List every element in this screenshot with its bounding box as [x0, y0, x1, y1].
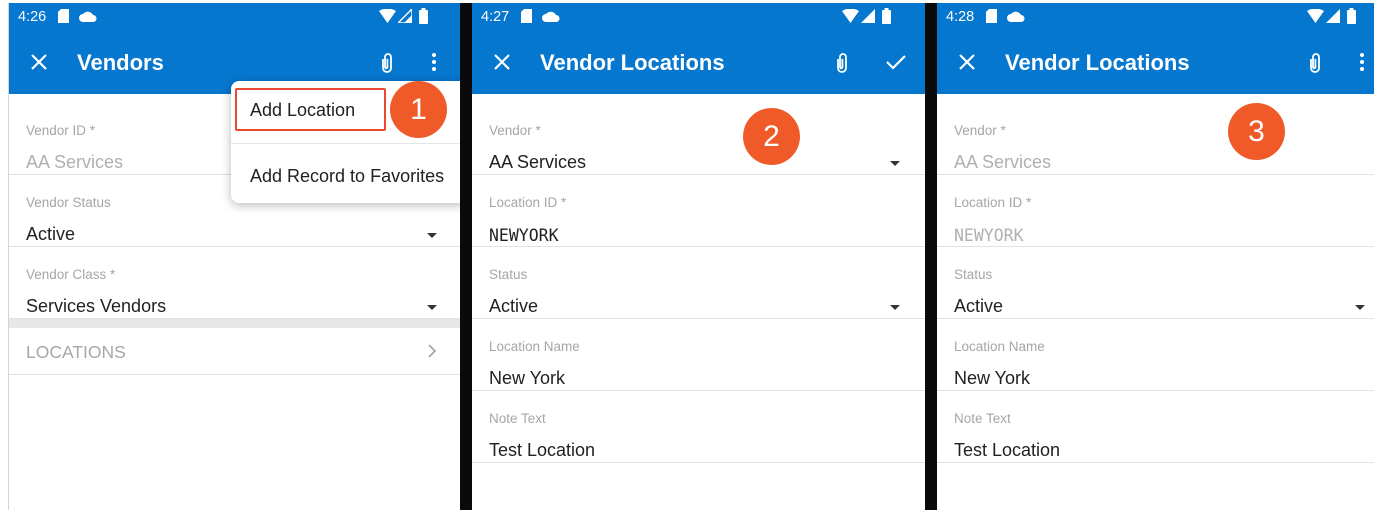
field-value: New York: [954, 368, 1031, 388]
vendor-field[interactable]: Vendor * AA Services: [472, 103, 925, 175]
field-label: Location Name: [489, 339, 580, 354]
app-bar: Vendor Locations: [937, 30, 1374, 94]
field-value: New York: [489, 368, 566, 388]
field-label: Location ID *: [489, 195, 567, 210]
page-title: Vendors: [77, 50, 164, 75]
battery-icon: [882, 8, 891, 24]
menu-item-label: Add Record to Favorites: [250, 166, 445, 186]
dropdown-caret-icon[interactable]: [1355, 305, 1365, 310]
field-label: Location Name: [954, 339, 1045, 354]
chevron-right-icon: [428, 344, 437, 358]
sd-card-icon: [58, 9, 69, 23]
field-label: Vendor *: [489, 123, 541, 138]
sd-card-icon: [986, 9, 997, 23]
field-label: Vendor ID *: [26, 123, 96, 138]
field-value: AA Services: [954, 152, 1052, 172]
wifi-icon: [842, 9, 859, 23]
field-label: Status: [954, 267, 993, 282]
wifi-icon: [379, 9, 396, 23]
status-time: 4:28: [946, 9, 975, 25]
close-icon[interactable]: [29, 52, 49, 72]
field-label: Note Text: [954, 411, 1011, 426]
menu-divider: [231, 143, 460, 144]
field-label: Location ID *: [954, 195, 1032, 210]
close-icon[interactable]: [957, 52, 977, 72]
signal-icon: [398, 9, 412, 23]
cloud-icon: [1007, 11, 1025, 22]
page-title: Vendor Locations: [540, 50, 725, 75]
step-badge: 1: [390, 81, 447, 138]
field-value: Services Vendors: [26, 296, 167, 316]
screen-vendors: 4:26 Vendors Vendor ID * AA Services Ven…: [8, 3, 460, 510]
field-value: NEWYORK: [489, 226, 559, 245]
wifi-icon: [1307, 9, 1324, 23]
field-label: Vendor Class *: [26, 267, 116, 282]
screen-separator: [460, 3, 472, 510]
note-text-field[interactable]: Note Text Test Location: [937, 391, 1374, 463]
more-vert-icon[interactable]: [1350, 50, 1374, 74]
field-value: NEWYORK: [954, 226, 1024, 245]
screen-vendor-locations-edit: 4:27 Vendor Locations Vendor * AA Servic…: [472, 3, 925, 510]
status-time: 4:27: [481, 9, 510, 25]
screen-separator: [925, 3, 937, 510]
status-bar: 4:27: [472, 3, 925, 30]
location-id-field[interactable]: Location ID * NEWYORK: [472, 175, 925, 247]
page-title: Vendor Locations: [1005, 50, 1190, 75]
vendor-field: Vendor * AA Services: [937, 103, 1374, 175]
field-label: Vendor *: [954, 123, 1006, 138]
attachment-icon[interactable]: [830, 50, 854, 74]
location-name-field[interactable]: Location Name New York: [937, 319, 1374, 391]
cloud-icon: [79, 11, 97, 22]
field-label: Note Text: [489, 411, 546, 426]
field-value: AA Services: [489, 152, 587, 172]
dropdown-caret-icon[interactable]: [427, 305, 437, 310]
status-bar: 4:28: [937, 3, 1374, 30]
dropdown-caret-icon[interactable]: [427, 233, 437, 238]
more-vert-icon[interactable]: [422, 50, 446, 74]
locations-row[interactable]: LOCATIONS: [9, 328, 460, 375]
battery-icon: [1347, 8, 1356, 24]
field-value: Active: [954, 296, 1004, 316]
status-time: 4:26: [18, 9, 47, 25]
cloud-icon: [542, 11, 560, 22]
screen-vendor-locations-saved: 4:28 Vendor Locations Vendor * AA Servic…: [937, 3, 1374, 510]
vendor-class-field[interactable]: Vendor Class * Services Vendors: [9, 247, 460, 319]
attachment-icon[interactable]: [375, 50, 399, 74]
status-field[interactable]: Status Active: [472, 247, 925, 319]
dropdown-caret-icon[interactable]: [890, 305, 900, 310]
field-label: Status: [489, 267, 528, 282]
field-label: Vendor Status: [26, 195, 111, 210]
attachment-icon[interactable]: [1303, 50, 1327, 74]
location-name-field[interactable]: Location Name New York: [472, 319, 925, 391]
note-text-field[interactable]: Note Text Test Location: [472, 391, 925, 463]
field-value: Test Location: [489, 440, 596, 460]
status-field[interactable]: Status Active: [937, 247, 1374, 319]
field-value: Test Location: [954, 440, 1061, 460]
field-value: Active: [489, 296, 539, 316]
section-divider: [9, 319, 460, 328]
step-badge: 2: [743, 108, 800, 165]
signal-icon: [1326, 9, 1340, 23]
location-id-field: Location ID * NEWYORK: [937, 175, 1374, 247]
field-value: Active: [26, 224, 76, 244]
locations-label: LOCATIONS: [26, 342, 126, 362]
app-bar: Vendor Locations: [472, 30, 925, 94]
field-value: AA Services: [26, 152, 124, 172]
close-icon[interactable]: [492, 52, 512, 72]
check-icon[interactable]: [884, 50, 908, 74]
step-badge: 3: [1228, 103, 1285, 160]
status-bar: 4:26: [9, 3, 460, 30]
battery-icon: [419, 8, 428, 24]
sd-card-icon: [521, 9, 532, 23]
dropdown-caret-icon[interactable]: [890, 161, 900, 166]
signal-icon: [861, 9, 875, 23]
highlight-box: [235, 88, 386, 131]
